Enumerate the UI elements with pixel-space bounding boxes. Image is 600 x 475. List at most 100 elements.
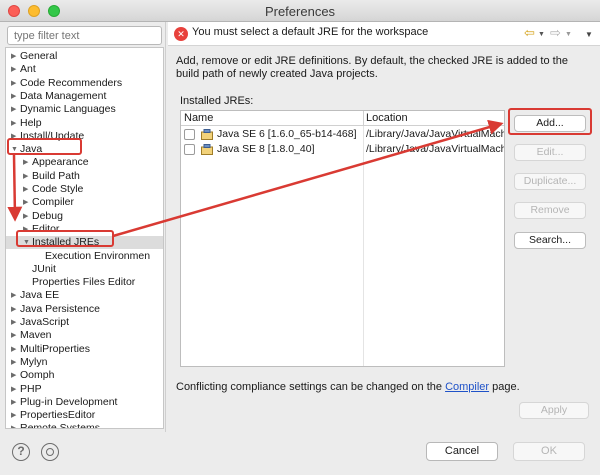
tree-item[interactable]: ▼ Java [11, 143, 42, 156]
tree-item[interactable]: ▶ Plug-in Development [11, 396, 117, 409]
tree-item-label: Install/Update [20, 129, 85, 142]
tree-item[interactable]: ▶ MultiProperties [11, 343, 90, 356]
tree-item-label: Compiler [32, 196, 75, 209]
tree-item[interactable]: ▶ Maven [11, 329, 52, 342]
tree-item[interactable]: ▶ Java EE [11, 289, 59, 302]
filter-input[interactable] [7, 26, 162, 45]
tree-item-label: Execution Environmen [45, 249, 151, 262]
add-button[interactable]: Add... [514, 115, 586, 132]
back-dropdown-icon[interactable]: ▼ [538, 31, 545, 38]
table-row[interactable]: Java SE 8 [1.8.0_40] /Library/Java/JavaV… [181, 142, 505, 157]
tree-item-label: Editor [32, 222, 60, 235]
tree-item[interactable]: ▶ Help [11, 117, 42, 130]
tree-item[interactable]: ▶ PHP [11, 383, 42, 396]
collapsed-arrow-icon[interactable]: ▶ [11, 289, 20, 302]
tree-item[interactable]: Execution Environmen [36, 250, 150, 263]
tree-item-label: Code Style [32, 183, 84, 195]
help-icon[interactable]: ? [12, 443, 30, 461]
collapsed-arrow-icon[interactable]: ▶ [11, 303, 20, 316]
collapsed-arrow-icon[interactable]: ▶ [11, 409, 20, 422]
tree-item[interactable]: ▶ Data Management [11, 90, 106, 103]
collapsed-arrow-icon[interactable]: ▶ [11, 103, 20, 116]
tree-item-label: Help [20, 116, 42, 129]
tree-item-label: Appearance [32, 156, 89, 169]
tree-item[interactable]: ▶ Code Style [23, 183, 83, 196]
page-header: ✕ You must select a default JRE for the … [168, 22, 600, 46]
tree-item[interactable]: ▶ Code Recommenders [11, 77, 122, 90]
tree-item[interactable]: ▶ Java Persistence [11, 303, 100, 316]
tree-item[interactable]: ▶ JavaScript [11, 316, 69, 329]
jre-location: /Library/Java/JavaVirtualMach [366, 143, 505, 155]
left-panel: ▶General▶Ant▶Code Recommenders▶Data Mana… [5, 24, 164, 429]
edit-button[interactable]: Edit... [514, 144, 586, 161]
tree-item-label: PropertiesEditor [20, 409, 96, 422]
tree-item[interactable]: ▶ Install/Update [11, 130, 84, 143]
tree-item[interactable]: ▶ Ant [11, 63, 36, 76]
column-header-location[interactable]: Location [366, 112, 408, 124]
compiler-link[interactable]: Compiler [445, 381, 489, 393]
collapsed-arrow-icon[interactable]: ▶ [11, 422, 20, 428]
collapsed-arrow-icon[interactable]: ▶ [11, 383, 20, 396]
tree-item[interactable]: ▶ Remote Systems [11, 422, 100, 428]
tree-item[interactable]: ▶ Editor [23, 223, 59, 236]
tree-item[interactable]: ▶ Debug [23, 210, 63, 223]
tree-item-label: PHP [20, 382, 42, 395]
title-bar: Preferences [0, 0, 600, 22]
collapsed-arrow-icon[interactable]: ▶ [23, 170, 32, 183]
tree-item[interactable]: ▶ Build Path [23, 170, 80, 183]
collapsed-arrow-icon[interactable]: ▶ [11, 90, 20, 103]
jre-checkbox[interactable] [184, 144, 195, 155]
forward-icon[interactable]: ⇨ [550, 25, 561, 41]
panel-divider[interactable] [165, 22, 166, 432]
cancel-button[interactable]: Cancel [426, 442, 498, 461]
tree-item-label: JavaScript [20, 316, 70, 328]
expanded-arrow-icon[interactable]: ▼ [11, 143, 20, 156]
tree-item[interactable]: ▶ Appearance [23, 156, 89, 169]
preference-tree[interactable]: ▶ General ▶ Ant ▶ Code Recommenders ▶ Data Mana… [5, 47, 164, 429]
search-button[interactable]: Search... [514, 232, 586, 249]
collapsed-arrow-icon[interactable]: ▶ [11, 63, 20, 76]
tree-item[interactable]: ▼ Installed JREs [6, 236, 163, 250]
jre-name: Java SE 6 [1.6.0_65-b14-468] [217, 128, 357, 140]
collapsed-arrow-icon[interactable]: ▶ [11, 117, 20, 130]
view-menu-icon[interactable]: ▼ [585, 30, 593, 39]
duplicate-button[interactable]: Duplicate... [514, 173, 586, 190]
collapsed-arrow-icon[interactable]: ▶ [23, 183, 32, 196]
tree-item[interactable]: ▶ PropertiesEditor [11, 409, 95, 422]
tree-item[interactable]: JUnit [23, 263, 56, 276]
collapsed-arrow-icon[interactable]: ▶ [11, 77, 20, 90]
tree-item[interactable]: Properties Files Editor [23, 276, 135, 289]
import-export-icon[interactable] [41, 443, 59, 461]
remove-button[interactable]: Remove [514, 202, 586, 219]
collapsed-arrow-icon[interactable]: ▶ [11, 316, 20, 329]
collapsed-arrow-icon[interactable]: ▶ [11, 369, 20, 382]
tree-item[interactable]: ▶ Oomph [11, 369, 54, 382]
column-divider[interactable] [363, 111, 364, 126]
tree-item[interactable]: ▶ Compiler [23, 196, 74, 209]
error-icon: ✕ [174, 27, 188, 41]
collapsed-arrow-icon[interactable]: ▶ [11, 50, 20, 63]
collapsed-arrow-icon[interactable]: ▶ [11, 356, 20, 369]
collapsed-arrow-icon[interactable]: ▶ [23, 156, 32, 169]
jre-name: Java SE 8 [1.8.0_40] [217, 143, 315, 155]
column-header-name[interactable]: Name [184, 112, 213, 124]
collapsed-arrow-icon[interactable]: ▶ [23, 210, 32, 223]
collapsed-arrow-icon[interactable]: ▶ [11, 396, 20, 409]
conflict-suffix: page. [489, 381, 520, 393]
collapsed-arrow-icon[interactable]: ▶ [23, 223, 32, 236]
collapsed-arrow-icon[interactable]: ▶ [11, 343, 20, 356]
table-header: Name Location [181, 111, 504, 126]
collapsed-arrow-icon[interactable]: ▶ [11, 329, 20, 342]
tree-item[interactable]: ▶ Mylyn [11, 356, 47, 369]
apply-button[interactable]: Apply [519, 402, 589, 419]
jre-checkbox[interactable] [184, 129, 195, 140]
forward-dropdown-icon[interactable]: ▼ [565, 31, 572, 38]
collapsed-arrow-icon[interactable]: ▶ [11, 130, 20, 143]
back-icon[interactable]: ⇦ [524, 25, 535, 41]
collapsed-arrow-icon[interactable]: ▶ [23, 196, 32, 209]
table-row[interactable]: Java SE 6 [1.6.0_65-b14-468] /Library/Ja… [181, 127, 504, 142]
tree-item[interactable]: ▶ General [11, 50, 57, 63]
tree-item[interactable]: ▶ Dynamic Languages [11, 103, 116, 116]
ok-button[interactable]: OK [513, 442, 585, 461]
expanded-arrow-icon[interactable]: ▼ [23, 236, 32, 249]
